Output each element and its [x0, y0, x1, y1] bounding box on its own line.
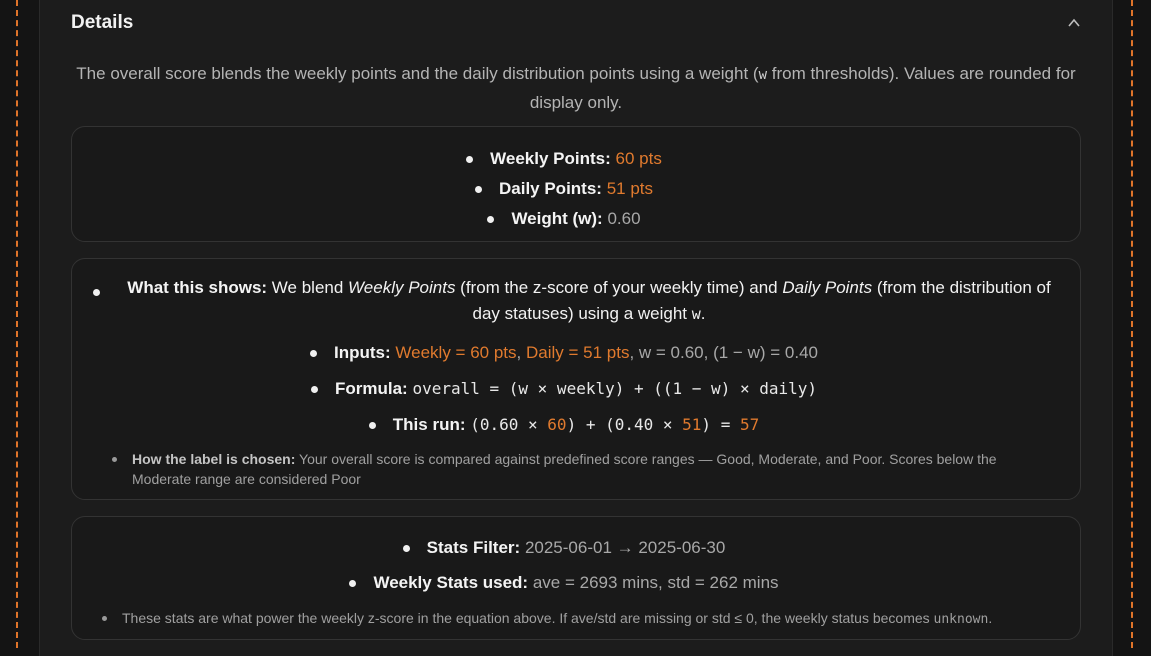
weight-item: Weight (w): 0.60 [72, 204, 1080, 234]
weight-value: 0.60 [607, 209, 641, 228]
overall-result: 57 [739, 415, 760, 434]
stats-filter-item: Stats Filter: 2025-06-01 → 2025-06-30 [72, 530, 1080, 565]
weekly-points-item: Weekly Points: 60 pts [72, 144, 1080, 174]
daily-points-item: Daily Points: 51 pts [72, 174, 1080, 204]
stats-note: These stats are what power the weekly z-… [72, 600, 1080, 630]
right-dashed-border [1131, 0, 1133, 648]
this-run-item: This run: (0.60 × 60) + (0.40 × 51) = 57 [72, 407, 1080, 443]
formula-code: overall = (w × weekly) + ((1 − w) × dail… [412, 379, 818, 398]
daily-points-value: 51 pts [606, 179, 653, 198]
formula-item: Formula: overall = (w × weekly) + ((1 − … [72, 371, 1080, 407]
details-panel: Details The overall score blends the wee… [39, 0, 1113, 656]
weekly-stats-value: ave = 2693 mins, std = 262 mins [532, 573, 779, 592]
chevron-up-icon[interactable] [1067, 16, 1081, 30]
details-header[interactable]: Details [71, 10, 1081, 36]
intro-text: The overall score blends the weekly poin… [70, 60, 1082, 116]
stats-card: Stats Filter: 2025-06-01 → 2025-06-30 We… [71, 516, 1081, 640]
label-explanation: How the label is chosen: Your overall sc… [72, 443, 1080, 489]
intro-code: w [758, 67, 768, 83]
left-dashed-border [16, 0, 18, 648]
stats-filter-value: 2025-06-01 → 2025-06-30 [524, 538, 726, 557]
intro-before: The overall score blends the weekly poin… [76, 64, 759, 83]
what-this-shows: What this shows: We blend Weekly Points … [72, 259, 1080, 327]
weekly-points-value: 60 pts [615, 149, 662, 168]
inputs-item: Inputs: Weekly = 60 pts, Daily = 51 pts,… [72, 335, 1080, 371]
weekly-stats-item: Weekly Stats used: ave = 2693 mins, std … [72, 565, 1080, 600]
section-title: Details [71, 12, 134, 33]
calculation-card: What this shows: We blend Weekly Points … [71, 258, 1081, 500]
points-summary-card: Weekly Points: 60 pts Daily Points: 51 p… [71, 126, 1081, 242]
